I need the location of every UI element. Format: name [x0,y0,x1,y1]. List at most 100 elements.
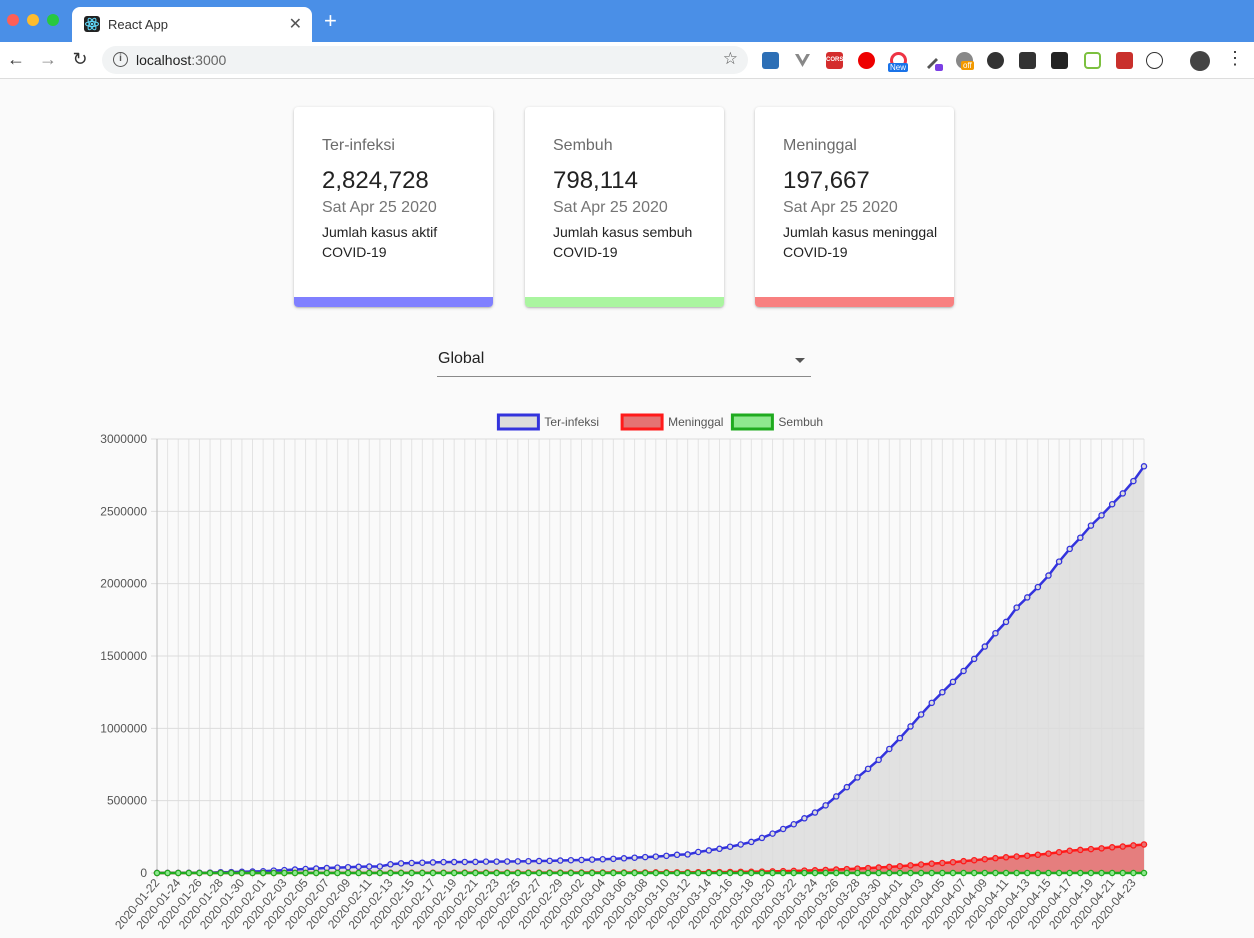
close-tab-icon[interactable]: ✕ [289,14,302,34]
data-point [652,869,660,877]
data-point [970,655,978,663]
data-point [217,869,224,877]
data-point [737,869,744,877]
close-window-button[interactable] [7,14,19,26]
data-point [981,869,989,877]
data-point [1087,869,1095,877]
back-button[interactable]: ← [5,48,27,70]
legend-label: Ter-infeksi [544,415,599,429]
data-point [875,864,882,871]
data-point [302,869,309,877]
legend-swatch [730,413,774,431]
data-point [174,869,182,877]
data-point [811,869,819,877]
browser-tab[interactable]: React App ✕ [72,7,312,42]
extension-v-icon[interactable] [1051,52,1068,69]
data-point [1034,869,1042,877]
data-point [259,869,267,877]
data-point [641,869,649,877]
data-point [663,852,670,860]
data-point [949,678,957,686]
extension-0-icon[interactable] [1019,52,1036,69]
dark-mode-icon[interactable] [987,52,1004,69]
series-area-ter-infeksi [157,466,1144,873]
off-badge: off [961,61,974,70]
y-tick-label: 500000 [107,794,147,808]
card-deaths: Meninggal 197,667 Sat Apr 25 2020 Jumlah… [755,107,954,307]
address-bar[interactable]: i localhost:3000 ☆ [102,46,748,74]
data-point [779,825,787,833]
data-point [854,869,861,877]
react-icon [84,16,100,32]
data-point [557,869,564,877]
data-point [832,869,840,877]
data-point [960,857,967,865]
data-point [1024,594,1031,601]
site-info-icon[interactable]: i [113,52,128,67]
data-point [206,869,214,877]
data-point [196,869,203,877]
minimize-window-button[interactable] [27,14,39,26]
data-point [557,857,564,864]
data-point [695,848,702,856]
maximize-window-button[interactable] [47,14,59,26]
extension-off-icon[interactable]: off [956,52,974,70]
extension-new-icon[interactable]: New [888,52,909,72]
data-point [323,869,331,877]
data-point [673,869,681,877]
card-infected: Ter-infeksi 2,824,728 Sat Apr 25 2020 Ju… [294,107,493,307]
url-text: localhost:3000 [136,52,227,68]
legend-swatch [496,413,540,431]
data-point [939,859,946,867]
card-accent-bar [294,297,493,307]
data-point [726,843,734,850]
data-point [631,869,638,877]
data-point [673,851,681,859]
new-tab-button[interactable]: + [324,10,337,32]
dropdown-arrow-icon [795,358,805,363]
covid-line-chart: 0 500000 1000000 1500000 2000000 2500000 30000… [100,413,1148,932]
data-point [440,858,447,866]
data-point [801,815,808,822]
data-point [949,869,957,877]
data-point [450,869,458,877]
color-picker-icon[interactable] [924,52,943,71]
data-point [896,862,904,870]
data-point [334,864,341,871]
opera-icon[interactable] [858,52,875,69]
data-point [366,869,373,877]
data-point [1108,500,1116,508]
data-point [907,862,914,869]
extension-icon-1[interactable] [762,52,779,69]
data-point [1130,842,1137,849]
card-date: Sat Apr 25 2020 [553,199,668,216]
data-point [344,869,352,877]
data-point [493,869,500,877]
forward-button[interactable]: → [37,48,59,70]
data-point [641,853,649,861]
browser-menu-icon[interactable]: ⋮ [1226,48,1244,69]
profile-avatar[interactable] [1190,51,1210,71]
vue-devtools-icon[interactable] [794,52,811,69]
nodejs-icon[interactable] [1084,52,1101,69]
data-point [1077,846,1084,854]
data-point [811,809,819,816]
reload-button[interactable]: ↻ [69,48,91,70]
data-point [854,774,861,781]
data-point [917,711,925,718]
extension-red-icon[interactable] [1116,52,1133,69]
data-point [1077,869,1084,877]
browser-tab-strip: React App ✕ + [0,0,1254,42]
data-point [588,856,596,863]
y-tick-label: 2000000 [100,577,147,591]
data-point [960,869,967,877]
data-point [610,869,617,877]
country-select-value: Global [438,350,485,367]
bookmark-star-icon[interactable]: ☆ [723,49,738,69]
data-point [1066,847,1073,854]
cors-extension-icon[interactable]: CORS [826,52,843,69]
country-select[interactable]: Global [437,346,811,377]
legend-label: Meninggal [668,415,723,429]
extension-code-icon[interactable] [1146,52,1163,69]
card-value: 197,667 [783,167,870,194]
